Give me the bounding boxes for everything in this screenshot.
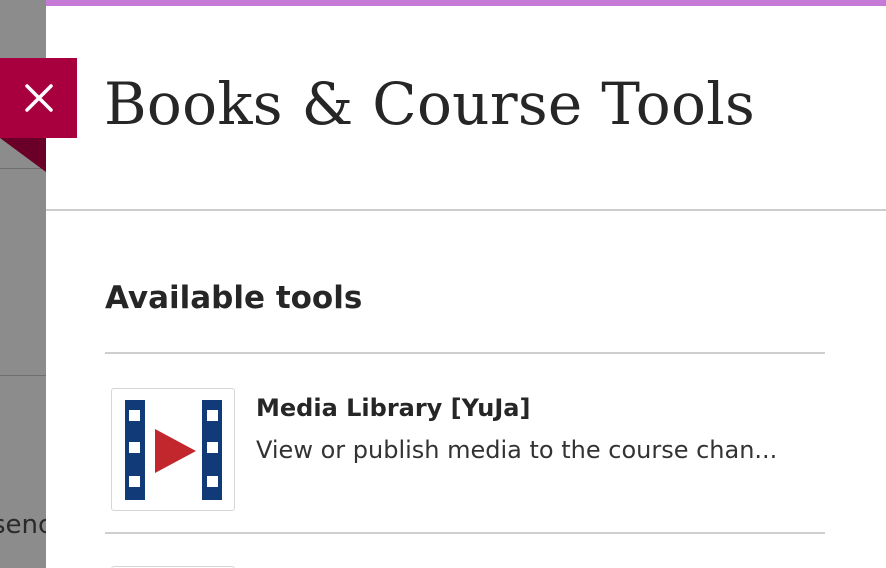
panel-title: Books & Course Tools <box>104 70 756 138</box>
section-title-available-tools: Available tools <box>105 280 363 316</box>
panel-header: Books & Course Tools <box>46 6 886 211</box>
tool-thumbnail <box>111 388 235 511</box>
books-course-tools-panel: Books & Course Tools Available tools Med… <box>46 0 886 568</box>
close-icon <box>24 84 53 112</box>
tool-description: View or publish media to the course chan… <box>256 436 778 464</box>
close-panel-button[interactable] <box>0 58 77 138</box>
film-play-icon <box>125 400 222 500</box>
section-divider <box>105 352 825 354</box>
tool-item-media-library[interactable]: Media Library [YuJa] View or publish med… <box>105 376 825 526</box>
tool-divider <box>105 532 825 534</box>
tool-name: Media Library [YuJa] <box>256 394 531 422</box>
background-divider <box>0 375 46 376</box>
background-partial-text: senc <box>0 510 46 540</box>
close-tab-fold <box>0 138 46 172</box>
